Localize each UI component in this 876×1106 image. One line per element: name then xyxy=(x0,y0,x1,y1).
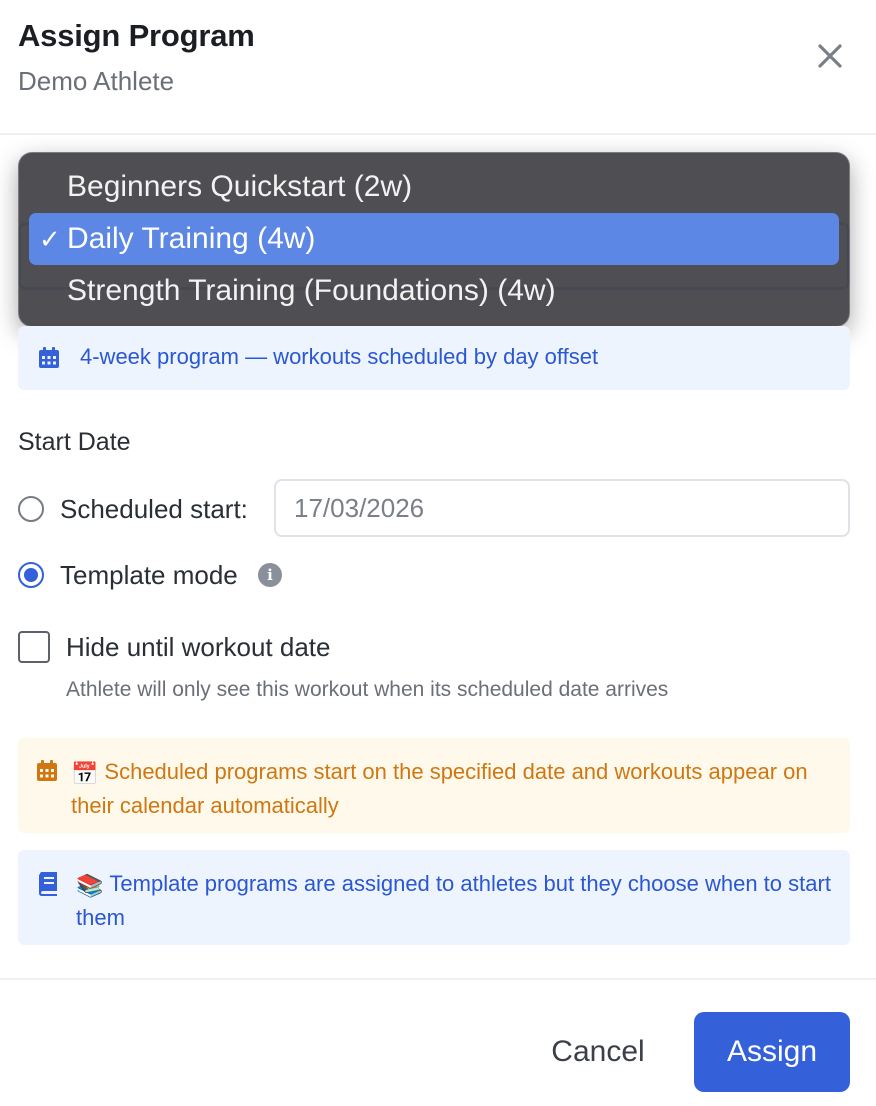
calendar-emoji-icon: 📅 xyxy=(71,761,99,786)
close-button[interactable] xyxy=(810,38,850,78)
calendar-icon xyxy=(38,347,60,374)
info-icon[interactable]: i xyxy=(258,563,282,587)
start-date-label: Start Date xyxy=(18,428,131,456)
hide-until-date-checkbox[interactable] xyxy=(18,631,50,663)
dialog-subtitle: Demo Athlete xyxy=(18,66,175,96)
template-note-message: Template programs are assigned to athlet… xyxy=(76,871,831,930)
program-info-banner: 4-week program — workouts scheduled by d… xyxy=(18,326,850,390)
template-mode-radio[interactable] xyxy=(18,562,44,588)
hide-until-date-label[interactable]: Hide until workout date xyxy=(66,632,330,663)
assign-button[interactable]: Assign xyxy=(694,1012,850,1092)
scheduled-start-label[interactable]: Scheduled start: xyxy=(60,494,248,525)
program-dropdown-menu: Beginners Quickstart (2w) ✓ Daily Traini… xyxy=(18,152,850,327)
program-option-selected[interactable]: ✓ Daily Training (4w) xyxy=(29,213,839,265)
dialog-title: Assign Program xyxy=(18,18,255,53)
template-note-text: 📚 Template programs are assigned to athle… xyxy=(76,868,836,934)
dialog-header: Assign Program Demo Athlete xyxy=(0,0,876,135)
template-mode-label[interactable]: Template mode xyxy=(60,560,238,591)
template-note-banner: 📚 Template programs are assigned to athle… xyxy=(18,850,850,945)
close-icon xyxy=(818,44,842,68)
program-option-label: Strength Training (Foundations) (4w) xyxy=(67,274,556,307)
scheduled-start-radio[interactable] xyxy=(18,496,44,522)
program-option[interactable]: Beginners Quickstart (2w) xyxy=(29,161,839,213)
checkmark-icon: ✓ xyxy=(39,224,61,254)
program-option[interactable]: Strength Training (Foundations) (4w) xyxy=(29,265,839,317)
scheduled-note-message: Scheduled programs start on the specifie… xyxy=(71,759,808,818)
scheduled-note-banner: 📅 Scheduled programs start on the specifi… xyxy=(18,738,850,833)
hide-until-date-help: Athlete will only see this workout when … xyxy=(66,678,669,701)
program-option-label: Daily Training (4w) xyxy=(67,222,316,255)
books-emoji-icon: 📚 xyxy=(76,873,104,898)
program-option-label: Beginners Quickstart (2w) xyxy=(67,170,413,203)
footer-divider xyxy=(0,978,876,980)
calendar-icon xyxy=(36,760,58,787)
scheduled-note-text: 📅 Scheduled programs start on the specifi… xyxy=(71,756,831,822)
start-date-input[interactable] xyxy=(274,479,850,537)
program-info-text: 4-week program — workouts scheduled by d… xyxy=(80,344,599,369)
cancel-button[interactable]: Cancel xyxy=(520,1012,676,1092)
book-icon xyxy=(38,872,58,901)
